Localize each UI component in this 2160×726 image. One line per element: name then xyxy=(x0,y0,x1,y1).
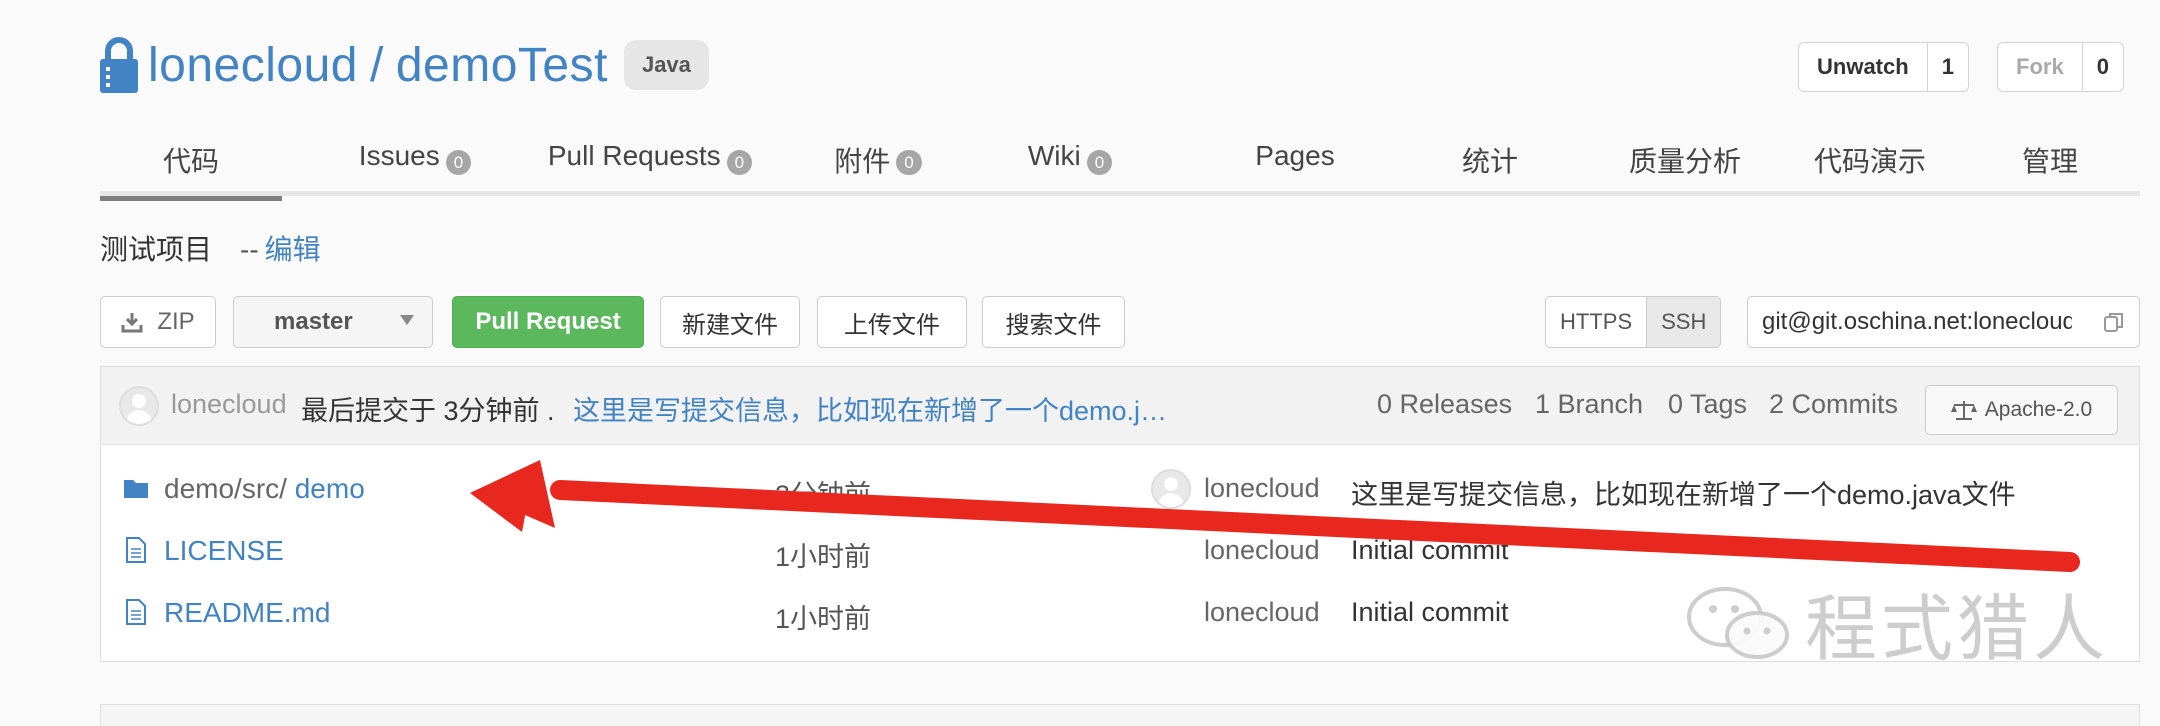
fork-count[interactable]: 0 xyxy=(2083,43,2123,91)
tab-count-badge: 0 xyxy=(726,150,753,175)
description-text: 测试项目 xyxy=(100,234,213,265)
tab-count-badge: 0 xyxy=(896,150,922,175)
file-time: 1小时前 xyxy=(775,542,872,572)
search-file-button[interactable]: 搜索文件 xyxy=(982,296,1125,348)
file-time: 3分钟前 xyxy=(775,480,872,510)
repo-name-link[interactable]: demoTest xyxy=(396,39,608,92)
edit-description-link[interactable]: 编辑 xyxy=(265,234,321,265)
branch-select[interactable]: master xyxy=(233,296,433,348)
license-button[interactable]: Apache-2.0 xyxy=(1925,385,2118,435)
file-time: 1小时前 xyxy=(775,604,872,634)
edit-separator: -- xyxy=(240,234,259,265)
clone-protocol-toggle: HTTPS SSH xyxy=(1545,296,1722,348)
commit-time-text: 最后提交于 3分钟前 . xyxy=(301,396,555,426)
upload-file-button[interactable]: 上传文件 xyxy=(817,296,967,348)
releases-link[interactable]: 0 Releases xyxy=(1377,389,1512,420)
file-icon xyxy=(126,599,146,625)
tags-link[interactable]: 0 Tags xyxy=(1668,389,1747,420)
tab-pull-requests[interactable]: Pull Requests 0 xyxy=(530,140,770,196)
language-badge: Java xyxy=(623,40,709,90)
unwatch-button[interactable]: Unwatch xyxy=(1799,43,1928,91)
tab-quality[interactable]: 质量分析 xyxy=(1620,140,1750,196)
clone-url-field[interactable]: git@git.oschina.net:lonecloud/demoTest.g… xyxy=(1747,296,2140,348)
watch-count[interactable]: 1 xyxy=(1928,43,1968,91)
tab-pages[interactable]: Pages xyxy=(1240,140,1350,196)
copy-icon[interactable] xyxy=(2103,311,2125,333)
clone-url[interactable]: git@git.oschina.net:lonecloud/demoTest.g… xyxy=(1762,308,2072,336)
commits-link[interactable]: 2 Commits xyxy=(1769,389,1898,420)
tab-count-badge: 0 xyxy=(445,150,472,175)
file-commit-author[interactable]: lonecloud xyxy=(1204,597,1320,628)
avatar xyxy=(1151,469,1191,509)
https-button[interactable]: HTTPS xyxy=(1546,297,1646,347)
file-name[interactable]: README.md xyxy=(164,597,330,628)
file-name[interactable]: demo xyxy=(295,473,365,504)
caret-down-icon xyxy=(400,315,414,325)
file-name-link[interactable]: demo/src/ demo xyxy=(164,473,365,505)
file-icon xyxy=(126,537,146,563)
repo-description: 测试项目 -- 编辑 xyxy=(100,228,321,268)
new-file-button[interactable]: 新建文件 xyxy=(660,296,800,348)
wechat-logo-icon xyxy=(1687,586,1789,659)
tab-label: 统计 xyxy=(1461,146,1518,177)
lock-icon xyxy=(100,37,138,93)
zip-label: ZIP xyxy=(157,308,195,335)
file-path-prefix: demo/src/ xyxy=(164,473,287,504)
tab-label: 管理 xyxy=(2021,146,2078,177)
file-name-link[interactable]: README.md xyxy=(164,597,330,629)
ssh-button[interactable]: SSH xyxy=(1646,297,1721,347)
branches-link[interactable]: 1 Branch xyxy=(1535,389,1643,420)
download-zip-button[interactable]: ZIP xyxy=(100,296,216,348)
tab-label: 质量分析 xyxy=(1628,146,1741,177)
tab-code[interactable]: 代码 xyxy=(100,140,282,201)
tab-attachments[interactable]: 附件 0 xyxy=(818,140,938,196)
fork-button-group[interactable]: Fork 0 xyxy=(1997,42,2124,92)
commit-author[interactable]: lonecloud xyxy=(171,389,287,420)
folder-icon xyxy=(124,480,148,498)
branch-name: master xyxy=(274,308,353,335)
tab-label: Pull Requests xyxy=(547,140,721,171)
repo-title: lonecloud / demoTest xyxy=(148,38,608,93)
tab-issues[interactable]: Issues 0 xyxy=(330,140,500,196)
tab-label: Pages xyxy=(1255,140,1335,171)
license-label: Apache-2.0 xyxy=(1984,398,2093,421)
file-row[interactable]: demo/src/ demo 3分钟前 lonecloud 这里是写提交信息，比… xyxy=(101,459,2139,521)
file-commit-author[interactable]: lonecloud xyxy=(1204,473,1320,504)
file-name[interactable]: LICENSE xyxy=(164,535,284,566)
tab-admin[interactable]: 管理 xyxy=(2010,140,2090,196)
tab-wiki[interactable]: Wiki 0 xyxy=(1010,140,1130,196)
file-commit-author[interactable]: lonecloud xyxy=(1204,535,1320,566)
tab-stats[interactable]: 统计 xyxy=(1445,140,1535,196)
watermark-text: 程式猎人 xyxy=(1805,590,2110,670)
tab-label: Issues xyxy=(358,140,440,171)
download-icon xyxy=(121,313,143,333)
avatar xyxy=(119,386,159,426)
watermark: 程式猎人 xyxy=(1685,570,2109,675)
unwatch-button-group[interactable]: Unwatch 1 xyxy=(1798,42,1969,92)
pull-request-button[interactable]: Pull Request xyxy=(452,296,644,348)
tab-label: 附件 xyxy=(834,146,891,177)
tab-label: 代码 xyxy=(162,146,219,177)
repo-separator: / xyxy=(370,38,384,92)
file-commit-message[interactable]: Initial commit xyxy=(1351,597,1509,628)
repo-owner-link[interactable]: lonecloud xyxy=(148,39,358,92)
file-commit-message[interactable]: 这里是写提交信息，比如现在新增了一个demo.java文件 xyxy=(1351,473,2016,512)
tab-label: Wiki xyxy=(1027,140,1081,171)
repo-header: lonecloud / demoTest Java xyxy=(100,30,709,100)
tab-demo[interactable]: 代码演示 xyxy=(1805,140,1935,196)
file-commit-message[interactable]: Initial commit xyxy=(1351,535,1509,566)
repo-tabs: 代码 Issues 0 Pull Requests 0 附件 0 Wiki 0 Page… xyxy=(100,130,2140,201)
tab-label: 代码演示 xyxy=(1813,146,1926,177)
file-name-link[interactable]: LICENSE xyxy=(164,535,284,567)
tab-count-badge: 0 xyxy=(1086,150,1113,175)
commit-message-link[interactable]: 这里是写提交信息，比如现在新增了一个demo.j… xyxy=(573,389,1167,428)
scale-icon xyxy=(1950,401,1977,420)
readme-box xyxy=(100,704,2140,726)
latest-commit-bar: lonecloud 最后提交于 3分钟前 . 这里是写提交信息，比如现在新增了一… xyxy=(101,367,2139,445)
fork-button[interactable]: Fork xyxy=(1998,43,2083,91)
